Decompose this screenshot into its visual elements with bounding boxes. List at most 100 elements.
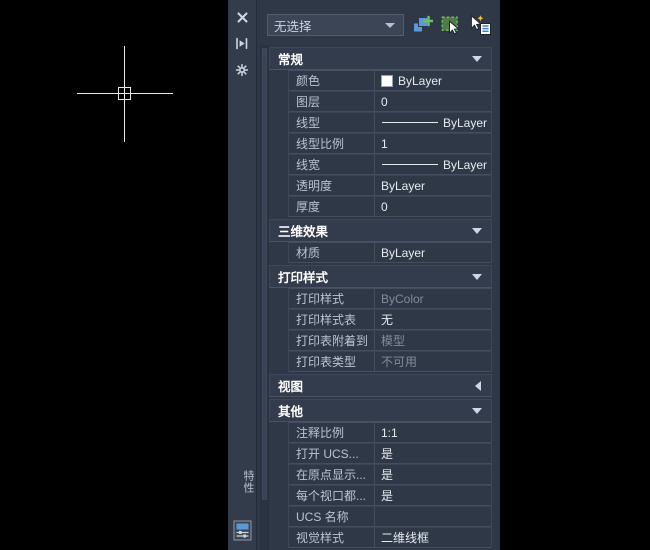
property-row[interactable]: 视觉样式 二维线框 (289, 527, 491, 548)
property-label: 打印表附着到 (289, 331, 375, 350)
select-objects-icon[interactable] (439, 13, 462, 37)
property-label: 线型比例 (289, 134, 375, 153)
property-label: 在原点显示... (289, 465, 375, 484)
property-value-cell[interactable]: 是 (375, 486, 491, 505)
chevron-down-icon[interactable] (472, 407, 482, 414)
section-header-general[interactable]: 常规 (269, 47, 492, 70)
property-row[interactable]: 打印样式表无 (289, 309, 491, 330)
quick-select-icon[interactable] (469, 13, 492, 37)
property-value-cell[interactable]: ByLayer (375, 176, 491, 195)
selection-dropdown-value: 无选择 (274, 19, 312, 34)
property-row[interactable]: 线型 ByLayer (289, 112, 491, 133)
property-value-cell[interactable]: 是 (375, 444, 491, 463)
section-title: 其他 (278, 405, 304, 419)
property-value-cell[interactable]: 0 (375, 197, 491, 216)
section-rows-three-d-effects: 材质 ByLayer (288, 242, 492, 263)
property-value-cell[interactable] (375, 507, 491, 526)
property-value: 不可用 (381, 355, 418, 369)
section-rows-misc: 注释比例 1:1 打开 UCS... 是在原点显示... 是每个视口都... 是 UCS 名… (288, 422, 492, 548)
property-value-cell[interactable]: ByLayer (375, 243, 491, 262)
property-row[interactable]: 在原点显示... 是 (289, 464, 491, 485)
property-label: 线宽 (289, 155, 375, 174)
property-row[interactable]: 每个视口都... 是 (289, 485, 491, 506)
section-rows-general: 颜色 ByLayer 图层 0 线型 ByLayer 线型比例 1 线宽 ByLayer 透明度 By… (288, 70, 492, 217)
property-value-cell[interactable]: ByLayer (375, 71, 491, 90)
autocad-properties-screen: 特性 无选择 常规 颜色 ByLayer 图层 0 线型 ByLayer 线型比… (0, 0, 650, 550)
section-header-misc[interactable]: 其他 (269, 399, 492, 422)
property-row[interactable]: 注释比例 1:1 (289, 422, 491, 443)
chevron-down-icon[interactable] (472, 273, 482, 280)
chevron-down-icon[interactable] (472, 227, 482, 234)
property-value: ByLayer (443, 115, 488, 130)
property-value-cell[interactable]: 0 (375, 92, 491, 111)
property-value-cell[interactable]: 1 (375, 134, 491, 153)
property-value-cell[interactable]: 无 (375, 310, 491, 329)
property-row[interactable]: 颜色 ByLayer (289, 70, 491, 91)
properties-scroll-area: 常规 颜色 ByLayer 图层 0 线型 ByLayer 线型比例 1 线宽 ByLayer 透明度… (257, 45, 500, 550)
property-row[interactable]: 厚度 0 (289, 196, 491, 217)
property-row[interactable]: 打印表附着到 模型 (289, 330, 491, 351)
property-label: 透明度 (289, 176, 375, 195)
property-value: ByLayer (443, 157, 488, 172)
property-label: 图层 (289, 92, 375, 111)
property-value: 二维线框 (381, 531, 430, 545)
section-header-three-d-effects[interactable]: 三维效果 (269, 219, 492, 242)
property-label: 打印样式表 (289, 310, 375, 329)
property-value: ByLayer (381, 245, 426, 260)
section-title: 打印样式 (278, 271, 329, 285)
chevron-down-icon[interactable] (472, 55, 482, 62)
property-row[interactable]: 材质 ByLayer (289, 242, 491, 263)
property-value-cell[interactable]: 不可用 (375, 352, 491, 371)
property-row[interactable]: 线宽 ByLayer (289, 154, 491, 175)
palette-title-bar: 特性 (228, 0, 257, 550)
property-row[interactable]: UCS 名称 (289, 506, 491, 527)
property-label: 视觉样式 (289, 528, 375, 547)
palette-body: 无选择 常规 颜色 ByLayer 图层 0 线型 ByLayer 线型比例 1… (257, 0, 500, 550)
property-value-cell[interactable]: 是 (375, 465, 491, 484)
property-row[interactable]: 打开 UCS... 是 (289, 443, 491, 464)
property-value-cell[interactable]: ByColor (375, 289, 491, 308)
property-value: 是 (381, 489, 394, 503)
property-row[interactable]: 线型比例 1 (289, 133, 491, 154)
property-row[interactable]: 打印样式 ByColor (289, 288, 491, 309)
property-label: 颜色 (289, 71, 375, 90)
drawing-canvas[interactable] (0, 0, 228, 550)
properties-panel-icon[interactable] (232, 519, 253, 542)
property-value: ByLayer (398, 73, 443, 88)
section-header-view[interactable]: 视图 (269, 374, 492, 397)
property-label: 材质 (289, 243, 375, 262)
property-value: 1 (381, 136, 388, 151)
property-value: 模型 (381, 334, 406, 348)
section-title: 常规 (278, 53, 304, 67)
property-value: 无 (381, 313, 394, 327)
property-value: 是 (381, 447, 394, 461)
property-row[interactable]: 透明度 ByLayer (289, 175, 491, 196)
property-label: 打开 UCS... (289, 444, 375, 463)
property-value: 0 (381, 94, 388, 109)
palette-title-label: 特性 (242, 470, 254, 494)
property-row[interactable]: 打印表类型 不可用 (289, 351, 491, 372)
property-value-cell[interactable]: 二维线框 (375, 528, 491, 547)
panel-options-icon[interactable] (232, 59, 253, 80)
toggle-pickadd-icon[interactable] (410, 13, 433, 37)
property-label: 厚度 (289, 197, 375, 216)
chevron-left-icon[interactable] (475, 380, 481, 391)
scrollbar-thumb[interactable] (262, 48, 267, 500)
property-value-cell[interactable]: 1:1 (375, 423, 491, 442)
property-row[interactable]: 图层 0 (289, 91, 491, 112)
property-value-cell[interactable]: 模型 (375, 331, 491, 350)
auto-hide-icon[interactable] (232, 33, 253, 54)
vertical-scrollbar[interactable] (260, 45, 269, 550)
property-value: ByColor (381, 291, 424, 306)
property-label: 注释比例 (289, 423, 375, 442)
section-title: 三维效果 (278, 225, 329, 239)
property-value-cell[interactable]: ByLayer (375, 155, 491, 174)
property-value-cell[interactable]: ByLayer (375, 113, 491, 132)
section-header-plot-style[interactable]: 打印样式 (269, 265, 492, 288)
property-label: 打印表类型 (289, 352, 375, 371)
property-label: 线型 (289, 113, 375, 132)
pickbox-cursor (118, 87, 131, 100)
close-icon[interactable] (232, 7, 253, 28)
selection-dropdown[interactable]: 无选择 (267, 14, 404, 36)
property-value: 1:1 (381, 425, 398, 440)
